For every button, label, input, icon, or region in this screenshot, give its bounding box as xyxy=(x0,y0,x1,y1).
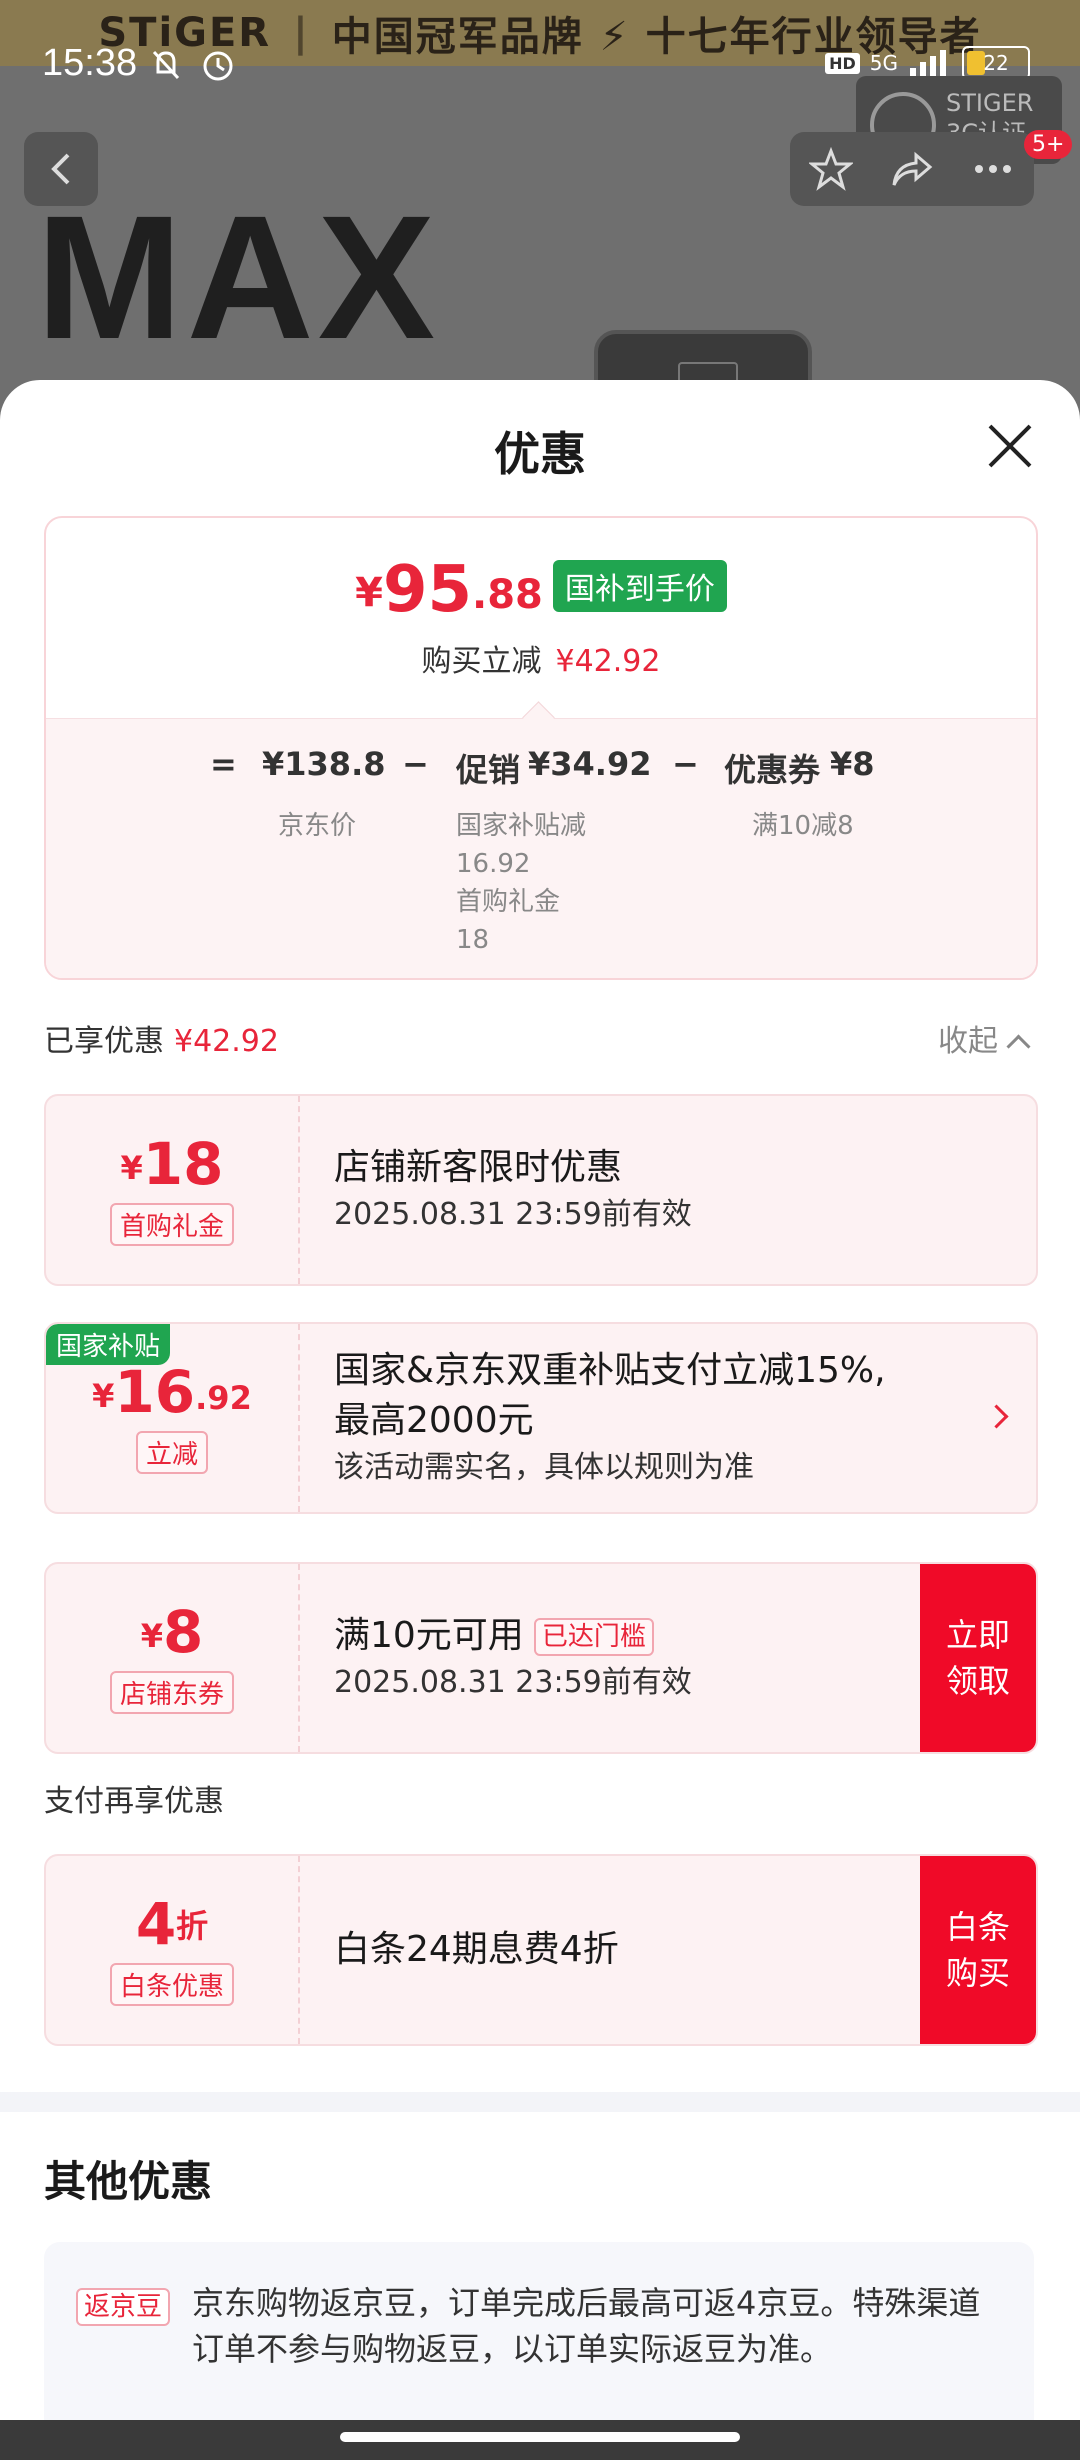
coupon-national-subsidy[interactable]: 国家补贴 ¥16.92 立减 国家&京东双重补贴支付立减15%, 最高2000元… xyxy=(44,1322,1038,1514)
coupon-tag: 店铺东券 xyxy=(109,1670,234,1714)
coupon-title-line2: 最高2000元 xyxy=(334,1400,534,1441)
section-divider xyxy=(0,2092,1080,2112)
discount-sheet: 优惠 ¥ 95 .88 国补到手价 购买立减 ¥42.92 = ¥138.8 − … xyxy=(0,380,1080,2442)
baitiao-buy-button[interactable]: 白条 购买 xyxy=(920,1856,1036,2044)
coupon-tag: 立减 xyxy=(135,1430,208,1474)
chevron-left-icon xyxy=(51,153,70,185)
gesture-bar xyxy=(0,2420,1080,2460)
signal-icon xyxy=(910,50,946,78)
price-summary-card: ¥ 95 .88 国补到手价 购买立减 ¥42.92 = ¥138.8 − 促销 … xyxy=(44,516,1038,980)
reduce-line: 购买立减 ¥42.92 xyxy=(421,644,661,679)
claim-button[interactable]: 立即 领取 xyxy=(920,1564,1036,1752)
jd-price: ¥138.8 xyxy=(262,745,386,783)
final-price: ¥ 95 .88 国补到手价 xyxy=(46,558,1036,622)
home-indicator[interactable] xyxy=(340,2432,740,2442)
coupon-label: 优惠券 xyxy=(724,751,821,789)
jd-bean-text: 京东购物返京豆，订单完成后最高可返4京豆。特殊渠道订单不参与购物返豆，以订单实际… xyxy=(192,2284,981,2368)
sheet-title: 优惠 xyxy=(494,427,586,481)
close-icon[interactable] xyxy=(984,420,1036,472)
mute-bell-icon xyxy=(152,50,180,80)
coupon-store: ¥8 店铺东券 满10元可用 已达门槛 2025.08.31 23:59前有效 立… xyxy=(44,1562,1038,1754)
coupon-title: 店铺新客限时优惠 xyxy=(334,1147,623,1188)
enjoyed-discount: 已享优惠 ¥42.92 xyxy=(44,1024,279,1059)
message-count-badge: 5+ xyxy=(1024,130,1073,159)
jd-bean-tag: 返京豆 xyxy=(76,2288,171,2326)
promo-breakdown: 国家补贴减 16.92 首购礼金 18 xyxy=(456,811,587,955)
jd-bean-offer: 返京豆 京东购物返京豆，订单完成后最高可返4京豆。特殊渠道订单不参与购物返豆，以… xyxy=(44,2242,1034,2442)
coupon-validity: 2025.08.31 23:59前有效 xyxy=(334,1665,692,1700)
coupon-title: 白条24期息费4折 xyxy=(334,1929,619,1970)
coupon-title: 国家&京东双重补贴支付立减15%, xyxy=(334,1350,886,1391)
jd-price-label: 京东价 xyxy=(278,811,357,841)
star-icon[interactable] xyxy=(808,147,853,191)
share-icon[interactable] xyxy=(890,147,934,191)
back-button[interactable] xyxy=(24,132,98,206)
coupon-validity: 2025.08.31 23:59前有效 xyxy=(334,1197,692,1232)
coupon-value: ¥8 xyxy=(830,745,875,783)
coupon-rule: 满10减8 xyxy=(752,811,854,841)
battery-icon: 22 xyxy=(962,46,1030,80)
coupon-first-purchase: ¥18 首购礼金 店铺新客限时优惠 2025.08.31 23:59前有效 xyxy=(44,1094,1038,1286)
nav-actions xyxy=(790,132,1034,206)
promo-label: 促销 xyxy=(456,751,521,789)
chevron-up-icon xyxy=(1006,1034,1031,1059)
hero-text: MAX xyxy=(36,180,440,376)
pay-again-label: 支付再享优惠 xyxy=(44,1784,224,1819)
coupon-tag: 首购礼金 xyxy=(109,1202,234,1246)
status-time: 15:38 xyxy=(42,42,138,84)
coupon-tag: 白条优惠 xyxy=(109,1962,234,2006)
chevron-right-icon xyxy=(984,1404,1009,1429)
coupon-baitiao: 4折 白条优惠 白条24期息费4折 白条 购买 xyxy=(44,1854,1038,2046)
final-price-tag: 国补到手价 xyxy=(552,560,727,612)
network-label: 5G xyxy=(869,51,898,75)
threshold-badge: 已达门槛 xyxy=(533,1618,654,1656)
alarm-icon xyxy=(203,51,233,81)
more-icon[interactable] xyxy=(971,147,1015,191)
other-offers-title: 其他优惠 xyxy=(44,2157,213,2206)
collapse-button[interactable]: 收起 xyxy=(938,1016,1031,1060)
price-breakdown: = ¥138.8 − 促销 ¥34.92 − 优惠券 ¥8 京东价 国家补贴减 … xyxy=(46,718,1036,978)
coupon-note: 该活动需实名，具体以规则为准 xyxy=(334,1450,754,1485)
hd-icon: HD xyxy=(825,52,860,74)
coupon-title: 满10元可用 已达门槛 xyxy=(334,1611,692,1661)
promo-value: ¥34.92 xyxy=(528,745,652,783)
